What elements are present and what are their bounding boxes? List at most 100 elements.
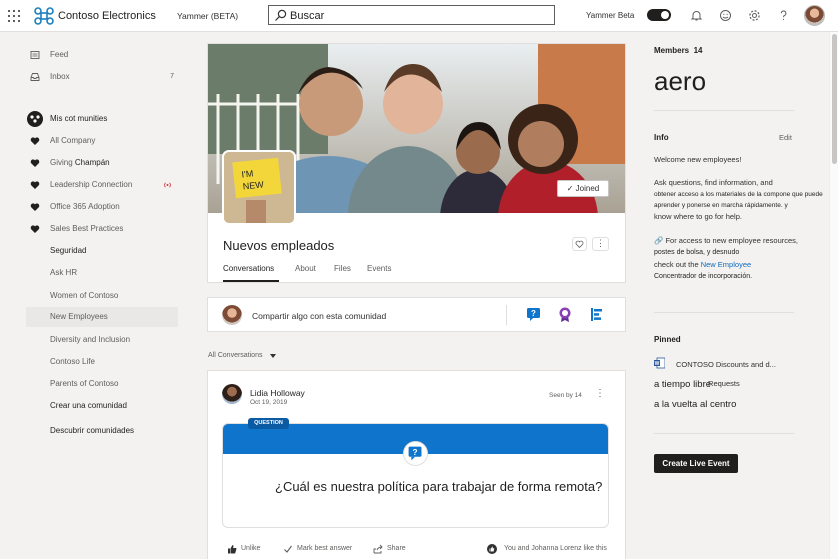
- info-line: obtener acceso a los materiales de la co…: [654, 191, 823, 209]
- app-launcher-icon[interactable]: [7, 9, 21, 23]
- unlike-label: Unlike: [241, 545, 261, 552]
- heart-icon: [30, 159, 40, 167]
- nav-item-new-employees[interactable]: New Employees: [26, 307, 178, 327]
- tab-events[interactable]: Events: [367, 264, 391, 273]
- divider: [506, 305, 507, 325]
- tab-conversations[interactable]: Conversations: [223, 264, 274, 273]
- beta-toggle-label: Yammer Beta: [586, 11, 635, 20]
- left-nav: Feed Inbox 7 Mis cot munities All Compan…: [0, 32, 190, 559]
- question-card: [222, 423, 609, 528]
- pinned-text: Requests: [708, 379, 740, 388]
- nav-label: Crear una comunidad: [50, 401, 127, 410]
- favorite-button[interactable]: [572, 237, 587, 251]
- nav-item-diversity-and-inclusion[interactable]: Diversity and Inclusion: [26, 330, 178, 350]
- info-line: know where to go for help.: [654, 212, 742, 221]
- nav-item-leadership-connection[interactable]: Leadership Connection: [26, 175, 178, 195]
- word-document-icon: W: [654, 357, 665, 369]
- composer-input[interactable]: Compartir algo con esta comunidad: [252, 311, 386, 321]
- info-resources: 🔗 For access to new employee resources, …: [654, 235, 829, 283]
- question-icon: ?: [408, 446, 422, 461]
- info-line: check out the New Employee: [654, 259, 829, 271]
- nav-item-all-company[interactable]: All Company: [26, 131, 178, 151]
- app-name[interactable]: Yammer (BETA): [177, 11, 238, 21]
- post-date[interactable]: Oct 19, 2019: [250, 399, 287, 406]
- nav-item-giving-campaign[interactable]: Giving Champán: [26, 153, 178, 173]
- check-icon: [284, 545, 292, 553]
- create-live-event-button[interactable]: Create Live Event: [654, 454, 738, 473]
- pinned-text: a tiempo libre: [654, 379, 712, 390]
- pinned-item-time-off[interactable]: a tiempo libreRequests: [654, 379, 743, 390]
- nav-label: Diversity and Inclusion: [50, 335, 131, 344]
- tab-about[interactable]: About: [295, 264, 316, 273]
- edit-info-link[interactable]: Edit: [779, 133, 792, 142]
- beta-toggle[interactable]: [647, 9, 671, 21]
- brand-name: Contoso Electronics: [58, 10, 156, 22]
- info-paragraph: Ask questions, find information, and obt…: [654, 177, 829, 223]
- heart-icon: [30, 137, 40, 145]
- members-display-text: aero: [654, 66, 707, 96]
- gear-icon[interactable]: [748, 9, 761, 22]
- more-options-button[interactable]: ⋮: [592, 237, 609, 251]
- info-line: postes de bolsa, y desnudo: [654, 249, 740, 256]
- question-text: ¿Cuál es nuestra política para trabajar …: [275, 479, 603, 494]
- question-badge: ?: [403, 441, 428, 466]
- inbox-count: 7: [170, 73, 174, 80]
- heart-icon: [30, 225, 40, 233]
- nav-item-inbox[interactable]: Inbox 7: [26, 67, 178, 87]
- user-avatar[interactable]: [804, 5, 825, 26]
- joined-button[interactable]: ✓ Joined: [557, 180, 609, 197]
- svg-text:?: ?: [531, 309, 536, 318]
- nav-label: Giving Champán: [50, 153, 110, 173]
- question-post-icon[interactable]: ?: [526, 307, 541, 322]
- page-scrollbar[interactable]: [829, 32, 838, 559]
- nav-label-part: Champán: [74, 158, 110, 167]
- communities-icon: [27, 111, 43, 127]
- nav-label: Women of Contoso: [50, 291, 119, 300]
- nav-item-women-of-contoso[interactable]: Women of Contoso: [26, 286, 178, 306]
- sticky-note-text: I'M: [241, 168, 254, 179]
- nav-item-sales-best-practices[interactable]: Sales Best Practices: [26, 219, 178, 239]
- nav-item-security[interactable]: Seguridad: [26, 241, 178, 261]
- nav-label: Feed: [50, 50, 69, 59]
- emoji-icon[interactable]: [719, 9, 732, 22]
- seen-by-count[interactable]: Seen by 14: [549, 392, 582, 399]
- author-avatar[interactable]: [222, 384, 242, 404]
- share-label: Share: [387, 545, 406, 552]
- post-more-options[interactable]: ⋮: [595, 388, 605, 399]
- search-box[interactable]: [268, 5, 555, 25]
- scrollbar-thumb[interactable]: [832, 34, 837, 164]
- composer-avatar: [222, 305, 242, 325]
- conversation-filter[interactable]: All Conversations: [208, 352, 262, 359]
- nav-label: Seguridad: [50, 246, 87, 255]
- search-icon: [275, 9, 287, 21]
- nav-item-office-365-adoption[interactable]: Office 365 Adoption: [26, 197, 178, 217]
- nav-label: Descubrir comunidades: [50, 426, 135, 435]
- nav-item-contoso-life[interactable]: Contoso Life: [26, 352, 178, 372]
- discover-communities-link[interactable]: Descubrir comunidades: [26, 421, 178, 441]
- nav-item-my-communities[interactable]: Mis cot munities: [26, 109, 178, 129]
- nav-label: Parents of Contoso: [50, 379, 119, 388]
- toggle-knob: [661, 11, 669, 19]
- create-community-link[interactable]: Crear una comunidad: [26, 396, 178, 416]
- help-icon[interactable]: [777, 9, 790, 22]
- nav-item-parents-of-contoso[interactable]: Parents of Contoso: [26, 374, 178, 394]
- like-badge-icon: [487, 544, 497, 554]
- tab-files[interactable]: Files: [334, 264, 351, 273]
- new-employee-link[interactable]: New Employee: [701, 260, 751, 269]
- poll-post-icon[interactable]: [590, 307, 604, 322]
- praise-post-icon[interactable]: [558, 306, 572, 323]
- bell-icon[interactable]: [690, 9, 703, 22]
- nav-label: Mis cot munities: [50, 114, 108, 123]
- nav-item-ask-hr[interactable]: Ask HR: [26, 263, 178, 283]
- pinned-item-return-to-office[interactable]: a la vuelta al centro: [654, 399, 736, 410]
- pinned-item-discounts[interactable]: CONTOSO Discounts and d...: [676, 360, 776, 369]
- search-input[interactable]: [290, 8, 550, 23]
- top-bar: Contoso Electronics Yammer (BETA) Yammer…: [0, 0, 838, 32]
- info-line-text: check out the: [654, 260, 699, 269]
- chevron-down-icon[interactable]: [270, 354, 276, 358]
- nav-item-feed[interactable]: Feed: [26, 45, 178, 65]
- members-section[interactable]: Members 14: [654, 46, 702, 55]
- share-icon: [373, 544, 383, 554]
- post-author[interactable]: Lidia Holloway: [250, 388, 305, 398]
- svg-text:W: W: [655, 361, 660, 367]
